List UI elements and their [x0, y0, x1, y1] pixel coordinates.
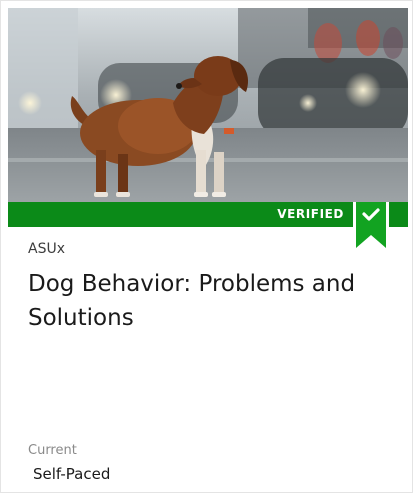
bookmark-check-icon [353, 202, 389, 255]
course-image[interactable] [8, 8, 408, 202]
course-pacing: Self-Paced [33, 465, 111, 483]
course-card[interactable]: VERIFIED ASUx Dog Behavior: Problems and… [0, 0, 413, 493]
verified-label: VERIFIED [277, 207, 344, 221]
course-status-label: Current [28, 443, 77, 458]
verified-banner: VERIFIED [8, 202, 408, 227]
course-title[interactable]: Dog Behavior: Problems and Solutions [28, 267, 403, 335]
course-organization: ASUx [28, 241, 65, 257]
